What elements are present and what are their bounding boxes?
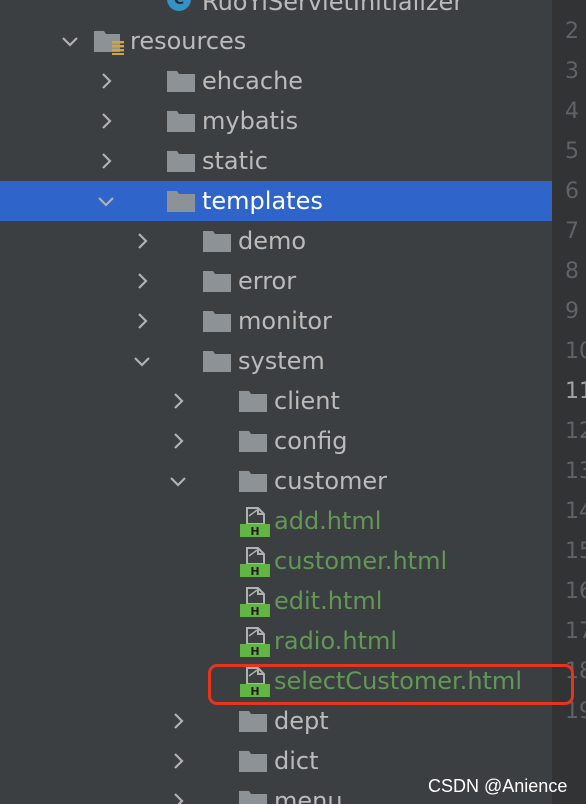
tree-item-customer[interactable]: customer (0, 461, 552, 501)
tree-item-client[interactable]: client (0, 381, 552, 421)
line-number: 16 (565, 579, 586, 604)
line-number: 5 (565, 139, 579, 164)
line-number: 4 (565, 99, 579, 124)
chevron-right-icon[interactable] (94, 149, 118, 173)
tree-item-label: customer.html (274, 547, 448, 575)
line-number: 2 (565, 19, 579, 44)
tree-item-label: system (238, 347, 325, 375)
svg-text:C: C (174, 0, 184, 8)
chevron-right-icon[interactable] (166, 709, 190, 733)
chevron-right-icon[interactable] (166, 389, 190, 413)
chevron-right-icon[interactable] (130, 229, 154, 253)
html-file-icon: H (239, 586, 271, 618)
svg-text:H: H (250, 605, 259, 618)
chevron-right-icon[interactable] (130, 309, 154, 333)
tree-item-dept[interactable]: dept (0, 701, 552, 741)
highlight-annotation (208, 664, 574, 705)
chevron-right-icon[interactable] (94, 109, 118, 133)
tree-item-edit-html[interactable]: Hedit.html (0, 581, 552, 621)
line-number: 3 (565, 59, 579, 84)
tree-item-label: demo (238, 227, 307, 255)
line-number: 7 (565, 219, 579, 244)
svg-text:H: H (250, 525, 259, 538)
chevron-right-icon[interactable] (166, 429, 190, 453)
tree-item-customer-html[interactable]: Hcustomer.html (0, 541, 552, 581)
folder-icon (238, 709, 268, 733)
chevron-down-icon[interactable] (130, 349, 154, 373)
tree-item-label: static (202, 147, 268, 175)
folder-icon (166, 109, 196, 133)
tree-item-label: ehcache (202, 67, 304, 95)
tree-item-label: config (274, 427, 348, 455)
tree-item-label: dict (274, 747, 319, 775)
folder-icon (238, 429, 268, 453)
tree-item-label: templates (202, 187, 323, 215)
folder-icon (202, 269, 232, 293)
folder-icon (202, 309, 232, 333)
tree-item-label: add.html (274, 507, 382, 535)
tree-item-demo[interactable]: demo (0, 221, 552, 261)
java-class-icon: C (166, 0, 192, 12)
line-number: 9 (565, 299, 579, 324)
folder-icon (166, 69, 196, 93)
folder-icon (238, 469, 268, 493)
tree-item-resources[interactable]: resources (0, 21, 552, 61)
tree-item-add-html[interactable]: Hadd.html (0, 501, 552, 541)
tree-item-static[interactable]: static (0, 141, 552, 181)
tree-item-mybatis[interactable]: mybatis (0, 101, 552, 141)
tree-item-config[interactable]: config (0, 421, 552, 461)
folder-icon (238, 749, 268, 773)
chevron-down-icon[interactable] (166, 469, 190, 493)
tree-item-label: client (274, 387, 340, 415)
tree-item-label: error (238, 267, 297, 295)
folder-icon (166, 189, 196, 213)
line-number: 17 (565, 619, 586, 644)
chevron-right-icon[interactable] (94, 69, 118, 93)
tree-item-label: menu (274, 787, 343, 804)
tree-item-label: resources (130, 27, 247, 55)
tree-item-error[interactable]: error (0, 261, 552, 301)
html-file-icon: H (239, 546, 271, 578)
watermark: CSDN @Anience (428, 776, 568, 796)
html-file-icon: H (239, 626, 271, 658)
folder-icon (202, 229, 232, 253)
folder-icon (202, 349, 232, 373)
line-number: 13 (565, 459, 586, 484)
tree-item-label: mybatis (202, 107, 299, 135)
line-number: 14 (565, 499, 586, 524)
svg-text:H: H (250, 565, 259, 578)
tree-item-ehcache[interactable]: ehcache (0, 61, 552, 101)
chevron-right-icon[interactable] (130, 269, 154, 293)
tree-item-label: radio.html (274, 627, 398, 655)
chevron-right-icon[interactable] (166, 749, 190, 773)
resources-folder-icon (93, 29, 125, 55)
tree-item-label: edit.html (274, 587, 383, 615)
tree-item-radio-html[interactable]: Hradio.html (0, 621, 552, 661)
folder-icon (166, 149, 196, 173)
line-number: 15 (565, 539, 586, 564)
line-number: 11 (565, 379, 586, 404)
chevron-right-icon[interactable] (166, 789, 190, 804)
line-number: 6 (565, 179, 579, 204)
svg-text:H: H (250, 645, 259, 658)
tree-item-system[interactable]: system (0, 341, 552, 381)
line-number: 8 (565, 259, 579, 284)
html-file-icon: H (239, 506, 271, 538)
tree-item-monitor[interactable]: monitor (0, 301, 552, 341)
chevron-down-icon[interactable] (94, 189, 118, 213)
tree-item-templates[interactable]: templates (0, 181, 552, 221)
tree-item-label: customer (274, 467, 388, 495)
tree-item-label: dept (274, 707, 329, 735)
line-number: 10 (565, 339, 586, 364)
folder-icon (238, 789, 268, 804)
chevron-down-icon[interactable] (58, 29, 82, 53)
tree-item-label: RuoYiServletInitializer (202, 0, 464, 16)
tree-item-label: monitor (238, 307, 332, 335)
folder-icon (238, 389, 268, 413)
line-number: 12 (565, 419, 586, 444)
